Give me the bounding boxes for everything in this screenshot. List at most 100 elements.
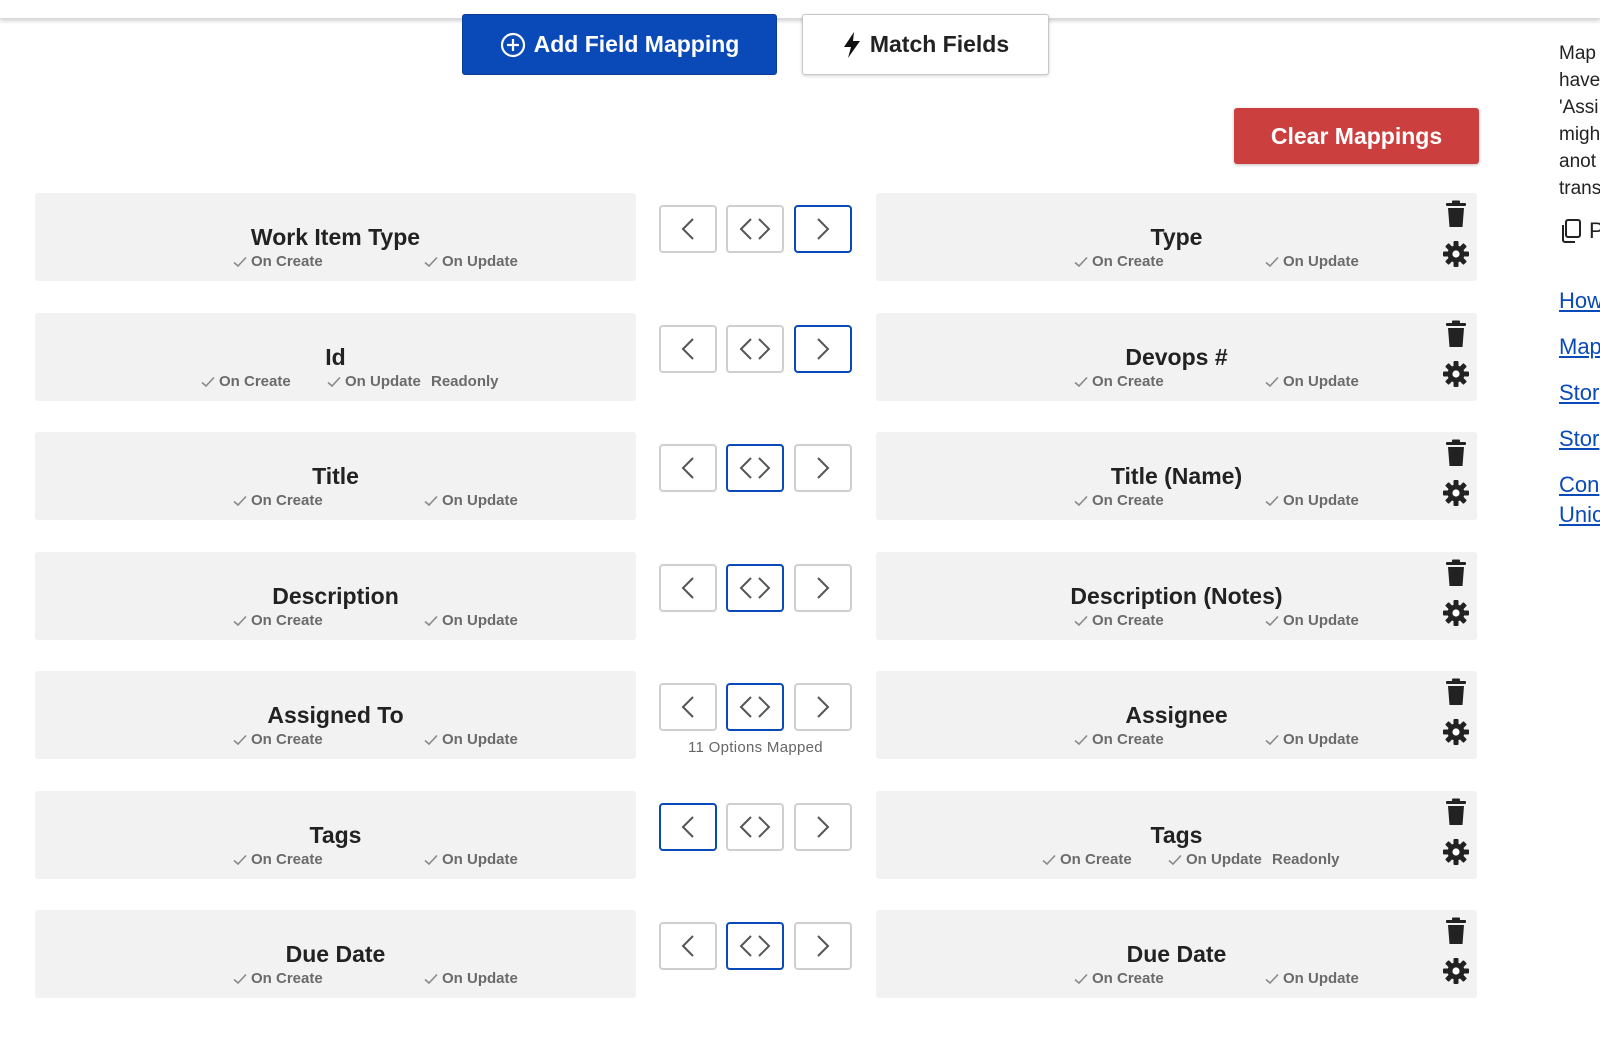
flag-label: On Update [1283,492,1359,509]
sync-left-button[interactable] [659,922,717,970]
arrow-right-icon [812,336,834,362]
delete-mapping-button[interactable] [1441,916,1471,946]
on-update-flag: On Update [1265,970,1359,987]
target-field[interactable]: Title (Name) On Create On Update [876,432,1477,520]
sync-left-button[interactable] [659,205,717,253]
help-link[interactable]: Unic [1559,500,1600,530]
sync-both-button[interactable] [726,325,784,373]
check-icon [424,973,438,985]
help-link[interactable]: Stor [1559,424,1600,454]
target-field[interactable]: Tags On Create On Update Readonly [876,791,1477,879]
on-create-flag: On Create [201,373,291,390]
sync-both-button[interactable] [726,803,784,851]
copy-button[interactable]: P [1559,218,1600,244]
flag-label: On Update [442,612,518,629]
match-fields-button[interactable]: Match Fields [802,14,1049,75]
sync-left-button[interactable] [659,683,717,731]
source-field[interactable]: Tags On Create On Update [35,791,636,879]
field-flags: On Create On Update [876,492,1477,512]
source-field[interactable]: Assigned To On Create On Update [35,671,636,759]
source-field[interactable]: Work Item Type On Create On Update [35,193,636,281]
field-flags: On Create On Update [876,612,1477,632]
on-create-flag: On Create [233,970,323,987]
field-flags: On Create On Update [35,492,636,512]
target-field[interactable]: Type On Create On Update [876,193,1477,281]
on-create-flag: On Create [233,492,323,509]
sync-both-button[interactable] [726,922,784,970]
sync-right-button[interactable] [794,325,852,373]
help-link[interactable]: Map [1559,332,1600,362]
sync-right-button[interactable] [794,205,852,253]
on-create-flag: On Create [1074,253,1164,270]
mapping-settings-button[interactable] [1441,239,1471,269]
options-mapped-note[interactable]: 11 Options Mapped [659,739,852,756]
help-link[interactable]: Stor [1559,378,1600,408]
trash-icon [1444,439,1468,467]
on-update-flag: On Update [424,612,518,629]
sync-right-button[interactable] [794,683,852,731]
flag-label: On Create [1092,373,1164,390]
delete-mapping-button[interactable] [1441,797,1471,827]
sync-left-button[interactable] [659,803,717,851]
mapping-settings-button[interactable] [1441,359,1471,389]
field-name: Work Item Type [250,224,421,250]
gear-icon [1442,360,1470,388]
target-field[interactable]: Assignee On Create On Update [876,671,1477,759]
sync-right-button[interactable] [794,564,852,612]
sync-left-button[interactable] [659,325,717,373]
trash-icon [1444,320,1468,348]
flag-label: On Update [1283,970,1359,987]
target-field[interactable]: Description (Notes) On Create On Update [876,552,1477,640]
source-field[interactable]: Id On Create On Update Readonly [35,313,636,401]
mapping-settings-button[interactable] [1441,956,1471,986]
sync-right-button[interactable] [794,922,852,970]
help-link[interactable]: Con [1559,470,1600,500]
delete-mapping-button[interactable] [1441,677,1471,707]
flag-label: On Create [251,970,323,987]
clear-mappings-label: Clear Mappings [1270,122,1443,149]
sync-right-button[interactable] [794,803,852,851]
mapping-settings-button[interactable] [1441,478,1471,508]
plus-circle-icon [500,32,526,58]
help-link[interactable]: How [1559,286,1600,316]
target-field[interactable]: Devops # On Create On Update [876,313,1477,401]
sync-both-button[interactable] [726,444,784,492]
clear-mappings-button[interactable]: Clear Mappings [1234,108,1479,164]
delete-mapping-button[interactable] [1441,438,1471,468]
sync-left-button[interactable] [659,444,717,492]
target-field[interactable]: Due Date On Create On Update [876,910,1477,998]
source-field[interactable]: Title On Create On Update [35,432,636,520]
sync-both-button[interactable] [726,205,784,253]
delete-mapping-button[interactable] [1441,319,1471,349]
sync-both-button[interactable] [726,564,784,612]
delete-mapping-button[interactable] [1441,558,1471,588]
sync-left-button[interactable] [659,564,717,612]
sync-right-button[interactable] [794,444,852,492]
sync-both-button[interactable] [726,683,784,731]
field-flags: On Create On Update Readonly [876,851,1477,871]
flag-label: On Update [442,851,518,868]
arrows-both-icon [738,575,772,601]
source-field[interactable]: Description On Create On Update [35,552,636,640]
source-field[interactable]: Due Date On Create On Update [35,910,636,998]
field-name: Id [325,344,346,370]
check-icon [233,973,247,985]
mapping-settings-button[interactable] [1441,837,1471,867]
flag-label: On Update [442,731,518,748]
field-flags: On Create On Update [876,253,1477,273]
check-icon [201,376,215,388]
flag-label: On Create [251,612,323,629]
mapping-settings-button[interactable] [1441,598,1471,628]
add-field-mapping-button[interactable]: Add Field Mapping [462,14,777,75]
on-update-flag: On Update [424,492,518,509]
flag-label: On Update [1283,373,1359,390]
field-name: Devops # [1125,344,1228,370]
check-icon [1074,734,1088,746]
on-update-flag: On Update [1265,612,1359,629]
delete-mapping-button[interactable] [1441,199,1471,229]
flag-label: On Create [1060,851,1132,868]
copy-icon [1559,218,1583,244]
mapping-settings-button[interactable] [1441,717,1471,747]
check-icon [424,854,438,866]
help-text-line: Map [1559,43,1596,64]
